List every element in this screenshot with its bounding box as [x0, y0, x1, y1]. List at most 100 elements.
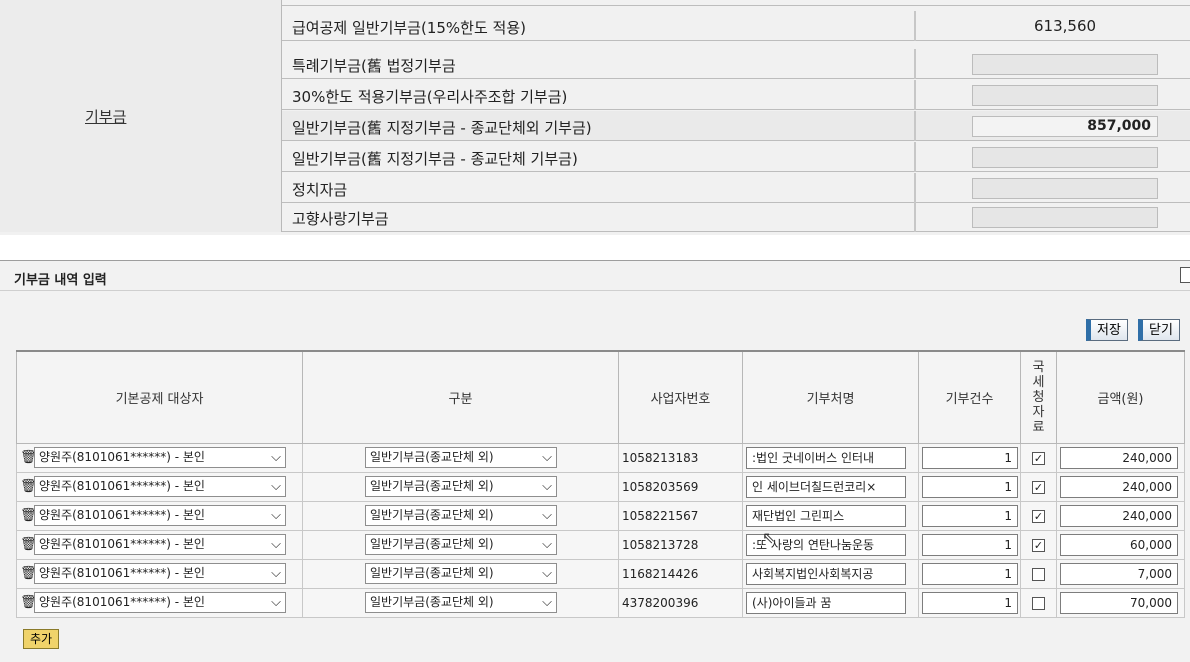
deduction-summary-panel: 기부금 급여공제 일반기부금(15%한도 적용) 613,560 특례기부금(舊…: [0, 0, 1190, 235]
trash-icon[interactable]: 🗑: [20, 508, 37, 523]
donee-field[interactable]: :법인 굿네이버스 인터내: [746, 446, 906, 469]
donee-field[interactable]: 재단법인 그린피스: [746, 504, 906, 527]
column-divider: [914, 173, 916, 203]
category-select[interactable]: 일반기부금(종교단체 외) ⌵: [365, 563, 557, 584]
chevron-down-icon: ⌵: [542, 450, 552, 465]
column-header-donee: 기부처명: [742, 350, 919, 444]
amount-field[interactable]: 240,000: [1060, 475, 1178, 498]
add-row-button[interactable]: 추가: [23, 629, 60, 649]
amount-cell: 70,000: [1056, 587, 1185, 618]
table-row: 🗑 양원주(8101061******) - 본인 ⌵ 일반기부금(종교단체 외) ⌵ 1…: [16, 442, 1185, 473]
target-select-value: 양원주(8101061******) - 본인: [39, 508, 205, 522]
check-icon[interactable]: [1032, 567, 1045, 581]
summary-row: 고향사랑기부금: [282, 202, 1190, 232]
trash-icon[interactable]: 🗑: [20, 479, 37, 494]
column-divider: [914, 111, 916, 141]
count-field[interactable]: 1: [922, 533, 1018, 556]
count-cell: 1: [918, 587, 1021, 618]
trash-icon[interactable]: 🗑: [20, 450, 37, 465]
trash-icon[interactable]: 🗑: [20, 566, 37, 581]
chevron-down-icon: ⌵: [542, 566, 552, 581]
donee-field[interactable]: (사)아이들과 꿈: [746, 591, 906, 614]
donee-cell: 인 세이브더칠드런코리×: [742, 471, 919, 502]
target-select[interactable]: 양원주(8101061******) - 본인 ⌵: [34, 505, 286, 526]
summary-row-value-field[interactable]: [972, 147, 1158, 168]
donee-cell: :법인 굿네이버스 인터내: [742, 442, 919, 473]
donee-field[interactable]: 사회복지법인사회복지공: [746, 562, 906, 585]
mouse-cursor-icon: ⇖: [762, 528, 776, 547]
collapse-button[interactable]: [1180, 267, 1190, 283]
table-row: 🗑 양원주(8101061******) - 본인 ⌵ 일반기부금(종교단체 외) ⌵ 1…: [16, 500, 1185, 531]
amount-cell: 60,000: [1056, 529, 1185, 560]
amount-cell: 7,000: [1056, 558, 1185, 589]
summary-row: 일반기부금(舊 지정기부금 - 종교단체외 기부금) 857,000: [282, 111, 1190, 141]
category-select[interactable]: 일반기부금(종교단체 외) ⌵: [365, 505, 557, 526]
check-icon[interactable]: ✓: [1032, 451, 1045, 465]
nts-cell: ✓: [1020, 529, 1057, 560]
summary-row-value: 613,560: [1034, 17, 1097, 35]
count-cell: 1: [918, 471, 1021, 502]
save-button[interactable]: 저장: [1086, 319, 1128, 341]
check-icon[interactable]: [1032, 596, 1045, 610]
count-cell: 1: [918, 500, 1021, 531]
chevron-down-icon: ⌵: [542, 537, 552, 552]
summary-row-label: 30%한도 적용기부금(우리사주조합 기부금): [292, 88, 568, 106]
count-cell: 1: [918, 442, 1021, 473]
target-select-value: 양원주(8101061******) - 본인: [39, 537, 205, 551]
column-divider: [914, 11, 916, 41]
summary-row-label: 정치자금: [292, 181, 348, 199]
bizno-cell: 1168214426: [618, 558, 743, 589]
chevron-down-icon: ⌵: [542, 508, 552, 523]
amount-field[interactable]: 240,000: [1060, 504, 1178, 527]
amount-field[interactable]: 70,000: [1060, 591, 1178, 614]
bizno-cell: 1058203569: [618, 471, 743, 502]
category-select[interactable]: 일반기부금(종교단체 외) ⌵: [365, 592, 557, 613]
category-select-value: 일반기부금(종교단체 외): [370, 595, 494, 609]
category-select[interactable]: 일반기부금(종교단체 외) ⌵: [365, 476, 557, 497]
check-icon[interactable]: ✓: [1032, 480, 1045, 494]
summary-row-label: 특례기부금(舊 법정기부금: [292, 57, 456, 75]
target-select[interactable]: 양원주(8101061******) - 본인 ⌵: [34, 563, 286, 584]
summary-row-value-field[interactable]: [972, 207, 1158, 228]
check-icon[interactable]: ✓: [1032, 538, 1045, 552]
target-select[interactable]: 양원주(8101061******) - 본인 ⌵: [34, 534, 286, 555]
donee-field[interactable]: 인 세이브더칠드런코리×: [746, 475, 906, 498]
amount-cell: 240,000: [1056, 500, 1185, 531]
nts-cell: ✓: [1020, 471, 1057, 502]
category-cell: 일반기부금(종교단체 외) ⌵: [302, 471, 619, 502]
count-field[interactable]: 1: [922, 475, 1018, 498]
target-cell: 🗑 양원주(8101061******) - 본인 ⌵: [16, 558, 303, 589]
summary-row-value-field[interactable]: [972, 85, 1158, 106]
summary-row-value-field[interactable]: [972, 178, 1158, 199]
close-button[interactable]: 닫기: [1138, 319, 1180, 341]
target-select[interactable]: 양원주(8101061******) - 본인 ⌵: [34, 447, 286, 468]
target-select-value: 양원주(8101061******) - 본인: [39, 479, 205, 493]
count-field[interactable]: 1: [922, 562, 1018, 585]
count-field[interactable]: 1: [922, 591, 1018, 614]
category-link[interactable]: 기부금: [85, 106, 126, 127]
category-cell: 일반기부금(종교단체 외) ⌵: [302, 558, 619, 589]
target-select[interactable]: 양원주(8101061******) - 본인 ⌵: [34, 476, 286, 497]
trash-icon[interactable]: 🗑: [20, 595, 37, 610]
chevron-down-icon: ⌵: [271, 508, 281, 523]
summary-row-value-field[interactable]: [972, 54, 1158, 75]
category-select[interactable]: 일반기부금(종교단체 외) ⌵: [365, 447, 557, 468]
check-icon[interactable]: ✓: [1032, 509, 1045, 523]
panel-title-bar: 기부금 내역 입력: [0, 261, 1190, 291]
nts-cell: [1020, 558, 1057, 589]
summary-row-label: 일반기부금(舊 지정기부금 - 종교단체외 기부금): [292, 119, 592, 137]
summary-row-value-field[interactable]: 857,000: [972, 116, 1158, 137]
column-divider: [914, 80, 916, 110]
count-field[interactable]: 1: [922, 446, 1018, 469]
chevron-down-icon: ⌵: [271, 450, 281, 465]
category-select[interactable]: 일반기부금(종교단체 외) ⌵: [365, 534, 557, 555]
target-select[interactable]: 양원주(8101061******) - 본인 ⌵: [34, 592, 286, 613]
category-select-value: 일반기부금(종교단체 외): [370, 537, 494, 551]
chevron-down-icon: ⌵: [271, 566, 281, 581]
amount-field[interactable]: 240,000: [1060, 446, 1178, 469]
trash-icon[interactable]: 🗑: [20, 537, 37, 552]
column-header-count: 기부건수: [918, 350, 1021, 444]
amount-field[interactable]: 7,000: [1060, 562, 1178, 585]
amount-field[interactable]: 60,000: [1060, 533, 1178, 556]
count-field[interactable]: 1: [922, 504, 1018, 527]
